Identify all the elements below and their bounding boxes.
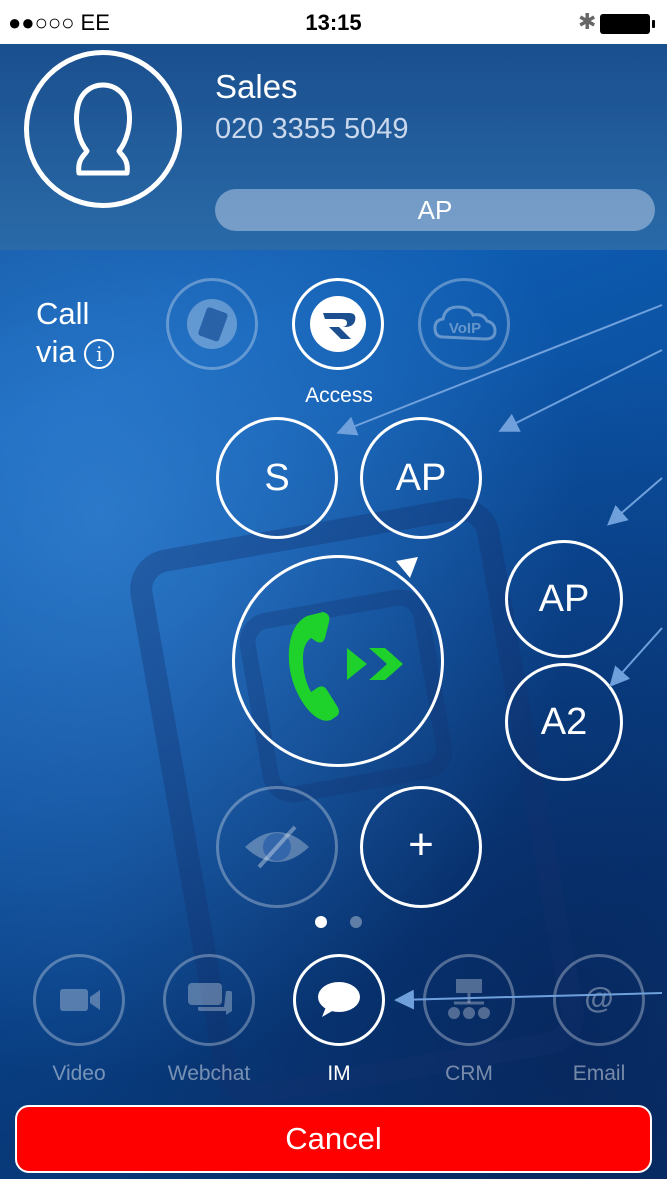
eye-slash-icon: [245, 825, 309, 869]
identity-s-button[interactable]: S: [216, 417, 338, 539]
status-bar: ●●○○○ EE 13:15 ✱: [0, 0, 667, 44]
hide-number-button[interactable]: [216, 786, 338, 908]
voip-option[interactable]: VoIP: [418, 278, 510, 370]
video-channel-label: Video: [52, 1062, 106, 1085]
contact-avatar[interactable]: [24, 50, 182, 208]
access-r-icon: [310, 296, 366, 352]
im-channel-button[interactable]: [293, 954, 385, 1046]
call-via-line2: via: [36, 334, 76, 369]
identity-ap-alt-button[interactable]: AP: [505, 540, 623, 658]
call-button[interactable]: [232, 555, 444, 767]
battery-icon: [600, 14, 655, 34]
webchat-channel-label: Webchat: [167, 1062, 251, 1085]
call-via-label: Call via i: [36, 295, 115, 371]
contact-group-bar[interactable]: AP: [215, 189, 655, 231]
contact-name: Sales: [215, 68, 298, 105]
info-icon[interactable]: i: [84, 338, 115, 369]
call-via-line1: Call: [36, 296, 90, 331]
sim-card-option[interactable]: [166, 278, 258, 370]
webchat-icon: [188, 983, 232, 1015]
email-channel-label: Email: [572, 1062, 626, 1085]
crm-channel-button[interactable]: [423, 954, 515, 1046]
person-silhouette-icon: [74, 82, 132, 176]
voip-text: VoIP: [449, 320, 481, 337]
phone-forward-icon: [288, 612, 403, 721]
crm-channel-label: CRM: [445, 1062, 493, 1085]
pager-dot-active[interactable]: [315, 916, 327, 928]
identity-a2-button[interactable]: A2: [505, 663, 623, 781]
pager-dot[interactable]: [350, 916, 362, 928]
video-channel-button[interactable]: [33, 954, 125, 1046]
access-option[interactable]: [292, 278, 384, 370]
contact-phone: 020 3355 5049: [215, 113, 409, 145]
identity-ap-button[interactable]: AP: [360, 417, 482, 539]
add-button[interactable]: +: [360, 786, 482, 908]
sim-card-icon: [187, 299, 237, 349]
webchat-channel-button[interactable]: [163, 954, 255, 1046]
voip-cloud-icon: VoIP: [433, 305, 497, 341]
access-option-label: Access: [305, 384, 373, 407]
im-channel-label: IM: [327, 1062, 351, 1085]
crm-network-icon: [448, 979, 490, 1019]
chat-bubble-icon: [318, 982, 360, 1017]
cancel-button[interactable]: Cancel: [15, 1105, 652, 1173]
at-sign-icon: @: [584, 982, 614, 1015]
bluetooth-icon: ✱: [578, 9, 597, 34]
email-channel-button[interactable]: @: [553, 954, 645, 1046]
video-camera-icon: [60, 989, 100, 1011]
status-time: 13:15: [305, 10, 362, 35]
